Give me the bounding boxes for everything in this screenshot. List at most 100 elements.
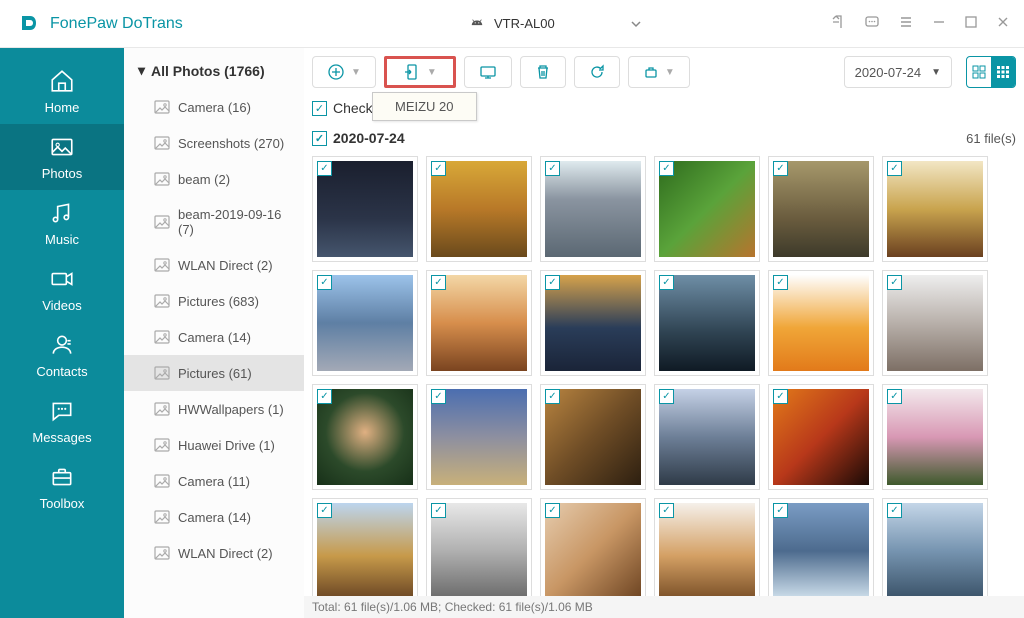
date-picker[interactable]: 2020-07-24▼	[844, 56, 952, 88]
checkbox-icon[interactable]: ✓	[659, 389, 674, 404]
checkbox-icon[interactable]: ✓	[545, 161, 560, 176]
feedback-icon[interactable]	[864, 14, 880, 30]
folder-item[interactable]: Camera (11)	[124, 463, 304, 499]
photo-thumbnail[interactable]: ✓	[312, 270, 418, 376]
folder-item[interactable]: Screenshots (270)	[124, 125, 304, 161]
photo-thumbnail[interactable]: ✓	[312, 384, 418, 490]
photo-thumbnail[interactable]: ✓	[768, 156, 874, 262]
checkbox-icon[interactable]: ✓	[773, 503, 788, 518]
photo-thumbnail[interactable]: ✓	[312, 498, 418, 604]
image-icon	[154, 135, 170, 151]
checkbox-icon[interactable]: ✓	[659, 503, 674, 518]
photo-thumbnail[interactable]: ✓	[768, 384, 874, 490]
toolbar: ▼ ▼ ▼ 2020-07-24▼	[304, 48, 1024, 96]
nav-messages[interactable]: Messages	[0, 388, 124, 454]
photo-thumbnail[interactable]: ✓	[768, 270, 874, 376]
photo-thumbnail[interactable]: ✓	[882, 270, 988, 376]
photo-thumbnail[interactable]: ✓	[654, 498, 760, 604]
nav-toolbox[interactable]: Toolbox	[0, 454, 124, 520]
checkbox-icon[interactable]: ✓	[317, 275, 332, 290]
photo-thumbnail[interactable]: ✓	[426, 270, 532, 376]
photo-thumbnail[interactable]: ✓	[426, 498, 532, 604]
date-group-header[interactable]: ✓ 2020-07-24 61 file(s)	[304, 120, 1024, 152]
folder-item[interactable]: beam-2019-09-16 (7)	[124, 197, 304, 247]
folder-item[interactable]: WLAN Direct (2)	[124, 535, 304, 571]
grid-large-view[interactable]	[991, 57, 1015, 87]
export-to-pc-button[interactable]	[464, 56, 512, 88]
photo-thumbnail[interactable]: ✓	[882, 156, 988, 262]
photo-thumbnail[interactable]: ✓	[882, 498, 988, 604]
nav-home[interactable]: Home	[0, 58, 124, 124]
checkbox-icon[interactable]: ✓	[659, 161, 674, 176]
checkbox-icon[interactable]: ✓	[312, 131, 327, 146]
folder-item[interactable]: Huawei Drive (1)	[124, 427, 304, 463]
checkbox-icon[interactable]: ✓	[431, 503, 446, 518]
checkbox-icon[interactable]: ✓	[545, 389, 560, 404]
checkbox-icon[interactable]: ✓	[887, 503, 902, 518]
photo-thumbnail[interactable]: ✓	[426, 156, 532, 262]
share-icon[interactable]	[830, 14, 846, 30]
maximize-icon[interactable]	[964, 15, 978, 29]
minimize-icon[interactable]	[932, 15, 946, 29]
photo-thumbnail[interactable]: ✓	[312, 156, 418, 262]
export-to-device-button[interactable]: ▼	[384, 56, 456, 88]
photo-thumbnail[interactable]: ✓	[654, 270, 760, 376]
close-icon[interactable]	[996, 15, 1010, 29]
checkbox-icon[interactable]: ✓	[887, 275, 902, 290]
checkbox-icon[interactable]: ✓	[312, 101, 327, 116]
add-button[interactable]: ▼	[312, 56, 376, 88]
menu-icon[interactable]	[898, 14, 914, 30]
photo-thumbnail[interactable]: ✓	[540, 498, 646, 604]
image-icon	[154, 365, 170, 381]
export-tooltip: MEIZU 20	[372, 92, 477, 121]
folder-item[interactable]: Camera (14)	[124, 499, 304, 535]
photo-grid: ✓ ✓ ✓ ✓ ✓ ✓ ✓ ✓ ✓ ✓ ✓ ✓ ✓ ✓ ✓ ✓ ✓ ✓ ✓ ✓ ✓ ✓ ✓ ✓	[304, 152, 1024, 618]
folder-item[interactable]: beam (2)	[124, 161, 304, 197]
grid-small-view[interactable]	[967, 57, 991, 87]
checkbox-icon[interactable]: ✓	[431, 161, 446, 176]
status-bar: Total: 61 file(s)/1.06 MB; Checked: 61 f…	[304, 596, 1024, 618]
photo-thumbnail[interactable]: ✓	[540, 156, 646, 262]
checkbox-icon[interactable]: ✓	[773, 161, 788, 176]
checkbox-icon[interactable]: ✓	[431, 389, 446, 404]
folder-item[interactable]: HWWallpapers (1)	[124, 391, 304, 427]
all-photos-header[interactable]: ▾ All Photos (1766)	[124, 48, 304, 89]
checkbox-icon[interactable]: ✓	[317, 389, 332, 404]
nav-contacts[interactable]: Contacts	[0, 322, 124, 388]
nav-photos[interactable]: Photos	[0, 124, 124, 190]
folder-item[interactable]: Pictures (61)	[124, 355, 304, 391]
folder-item[interactable]: WLAN Direct (2)	[124, 247, 304, 283]
videos-icon	[49, 266, 75, 292]
device-selector[interactable]: VTR-AL00	[460, 12, 652, 35]
nav-music[interactable]: Music	[0, 190, 124, 256]
folder-item[interactable]: Pictures (683)	[124, 283, 304, 319]
checkbox-icon[interactable]: ✓	[317, 503, 332, 518]
checkbox-icon[interactable]: ✓	[545, 503, 560, 518]
settings-button[interactable]: ▼	[628, 56, 690, 88]
photo-thumbnail[interactable]: ✓	[882, 384, 988, 490]
folder-item[interactable]: Camera (14)	[124, 319, 304, 355]
photo-thumbnail[interactable]: ✓	[426, 384, 532, 490]
delete-button[interactable]	[520, 56, 566, 88]
folder-label: Pictures (683)	[178, 294, 259, 309]
checkbox-icon[interactable]: ✓	[431, 275, 446, 290]
checkbox-icon[interactable]: ✓	[659, 275, 674, 290]
checkbox-icon[interactable]: ✓	[773, 275, 788, 290]
folder-item[interactable]: Camera (16)	[124, 89, 304, 125]
checkbox-icon[interactable]: ✓	[773, 389, 788, 404]
refresh-button[interactable]	[574, 56, 620, 88]
photo-thumbnail[interactable]: ✓	[540, 270, 646, 376]
checkbox-icon[interactable]: ✓	[317, 161, 332, 176]
photo-thumbnail[interactable]: ✓	[654, 384, 760, 490]
sidebar-nav: Home Photos Music Videos Contacts Messag…	[0, 48, 124, 618]
photo-thumbnail[interactable]: ✓	[654, 156, 760, 262]
caret-down-icon: ▼	[931, 67, 941, 78]
photo-thumbnail[interactable]: ✓	[540, 384, 646, 490]
checkbox-icon[interactable]: ✓	[545, 275, 560, 290]
checkbox-icon[interactable]: ✓	[887, 161, 902, 176]
image-icon	[154, 329, 170, 345]
checkbox-icon[interactable]: ✓	[887, 389, 902, 404]
nav-videos[interactable]: Videos	[0, 256, 124, 322]
photo-thumbnail[interactable]: ✓	[768, 498, 874, 604]
image-icon	[154, 214, 170, 230]
